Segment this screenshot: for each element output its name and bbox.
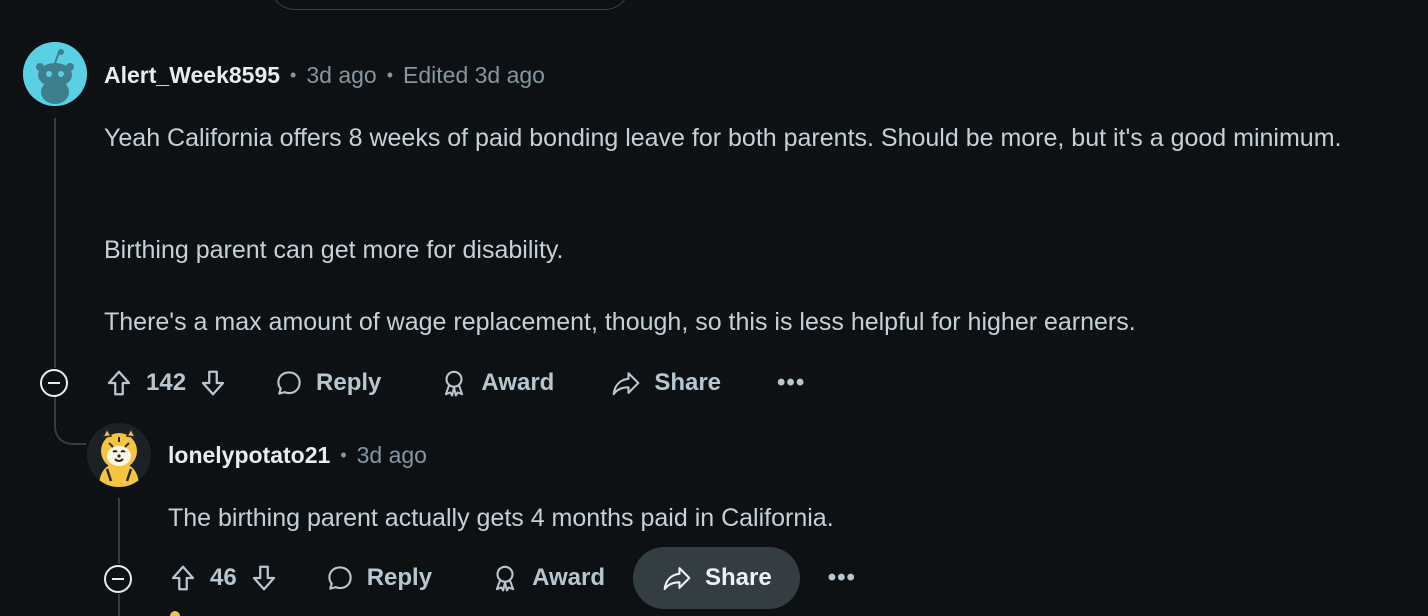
timestamp[interactable]: 3d ago (357, 442, 427, 469)
share-button[interactable]: Share (632, 547, 800, 609)
share-label: Share (704, 564, 772, 591)
vote-count: 46 (210, 564, 237, 591)
share-label: Share (654, 369, 722, 396)
comment-meta: lonelypotato21 • 3d ago (168, 441, 427, 469)
collapse-button[interactable] (104, 565, 132, 593)
comment-actions: 46 Reply Award Share ••• (168, 547, 856, 609)
comment-actions: 142 Reply Award Share ••• (104, 352, 805, 414)
award-button[interactable]: Award (490, 563, 605, 593)
comment-paragraph: Birthing parent can get more for disabil… (104, 236, 564, 264)
avatar-tiger-icon (87, 423, 151, 487)
meta-separator: • (386, 64, 394, 85)
reply-label: Reply (316, 369, 382, 396)
reply-button[interactable]: Reply (325, 563, 432, 593)
edited-label: Edited 3d ago (403, 61, 545, 88)
reply-button[interactable]: Reply (274, 368, 381, 398)
avatar[interactable] (87, 423, 151, 487)
top-pill-outline (270, 0, 630, 10)
reply-icon (277, 371, 301, 395)
more-icon: ••• (827, 564, 856, 591)
timestamp[interactable]: 3d ago (306, 62, 376, 89)
comment-paragraph: There's a max amount of wage replacement… (104, 308, 1136, 336)
comment-meta: Alert_Week8595 • 3d ago • Edited 3d ago (104, 61, 545, 89)
vote-group: 142 (104, 368, 228, 398)
username[interactable]: lonelypotato21 (168, 442, 330, 469)
meta-separator: • (340, 444, 347, 465)
vote-group: 46 (168, 563, 279, 593)
thread-line-reply[interactable] (118, 498, 120, 564)
share-button[interactable]: Share (610, 368, 721, 398)
reply-icon (328, 566, 352, 590)
thread-connector (54, 397, 86, 445)
upvote-icon[interactable] (168, 563, 198, 593)
award-label: Award (532, 564, 605, 591)
award-icon (495, 565, 515, 592)
comment-thread: Alert_Week8595 • 3d ago • Edited 3d ago … (0, 0, 1428, 616)
thread-line[interactable] (54, 118, 56, 368)
next-avatar-edge (170, 611, 180, 616)
meta-separator: • (290, 64, 297, 85)
more-icon: ••• (777, 369, 806, 396)
upvote-icon[interactable] (104, 368, 134, 398)
award-icon (445, 370, 464, 397)
share-icon (663, 567, 691, 591)
downvote-icon[interactable] (249, 563, 279, 593)
downvote-icon[interactable] (198, 368, 228, 398)
vote-count: 142 (146, 369, 187, 396)
collapse-button[interactable] (40, 369, 68, 397)
thread-line-reply-below[interactable] (118, 594, 120, 616)
reply-label: Reply (366, 564, 433, 591)
share-icon (612, 372, 640, 396)
collapse-icon (48, 382, 60, 384)
award-button[interactable]: Award (439, 368, 554, 398)
award-label: Award (481, 369, 555, 396)
comment-paragraph: Yeah California offers 8 weeks of paid b… (104, 124, 1342, 152)
collapse-icon (112, 578, 124, 580)
avatar-snoo-icon (23, 42, 87, 106)
username[interactable]: Alert_Week8595 (104, 62, 280, 89)
more-options-button[interactable]: ••• (777, 369, 805, 397)
more-options-button[interactable]: ••• (828, 564, 856, 592)
comment-paragraph: The birthing parent actually gets 4 mont… (168, 504, 834, 532)
avatar[interactable] (23, 42, 87, 106)
